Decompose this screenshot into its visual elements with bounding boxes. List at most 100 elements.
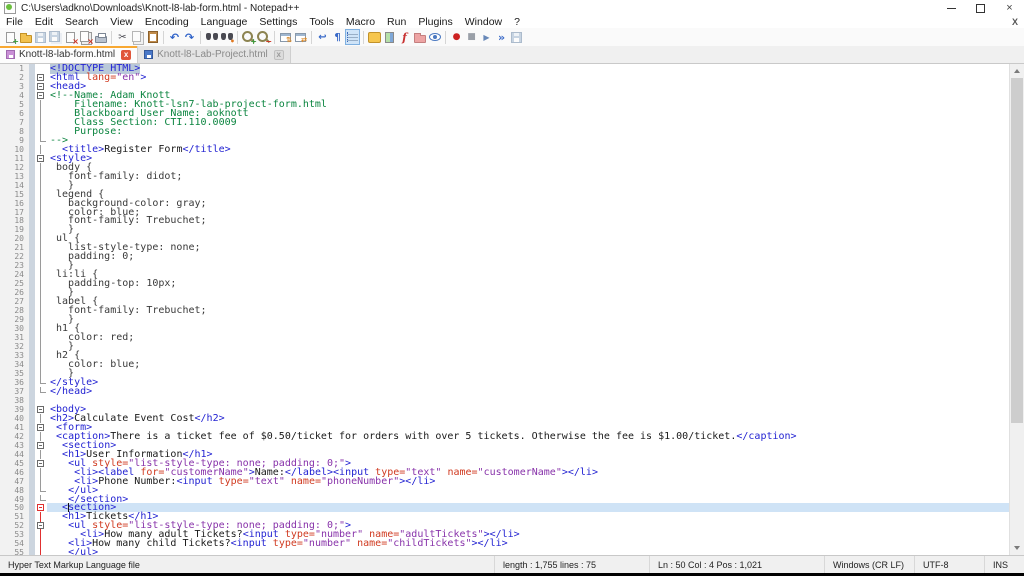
code-line[interactable]: 10 <title>Register Form</title> xyxy=(0,144,1009,154)
fold-margin[interactable] xyxy=(35,72,47,82)
fold-margin[interactable] xyxy=(35,108,47,118)
fold-margin[interactable] xyxy=(35,377,47,387)
folder-as-workspace-icon[interactable] xyxy=(413,30,426,44)
code-text[interactable]: <title>Register Form</title> xyxy=(47,144,1009,154)
menu-window[interactable]: Window xyxy=(459,16,508,28)
minimize-button[interactable] xyxy=(937,0,966,16)
fold-margin[interactable] xyxy=(35,440,47,450)
fold-margin[interactable] xyxy=(35,530,47,540)
cut-icon[interactable]: ✂ xyxy=(116,30,129,44)
fold-margin[interactable] xyxy=(35,333,47,343)
code-text[interactable]: h1 { xyxy=(47,324,1009,334)
define-language-icon[interactable] xyxy=(368,30,381,44)
code-line[interactable]: 30 h1 { xyxy=(0,324,1009,334)
fold-margin[interactable] xyxy=(35,422,47,432)
fold-margin[interactable] xyxy=(35,99,47,109)
menu-file[interactable]: File xyxy=(0,16,29,28)
code-line[interactable]: 47 <li>Phone Number:<input type="text" n… xyxy=(0,476,1009,486)
menu-edit[interactable]: Edit xyxy=(29,16,59,28)
code-text[interactable]: </ul> xyxy=(47,485,1009,495)
scroll-up-icon[interactable] xyxy=(1010,64,1024,78)
code-text[interactable]: Purpose: xyxy=(47,126,1009,136)
fold-margin[interactable] xyxy=(35,144,47,154)
fold-margin[interactable] xyxy=(35,198,47,208)
open-file-icon[interactable] xyxy=(19,30,32,44)
code-text[interactable]: li:li { xyxy=(47,270,1009,280)
tab-close-icon[interactable]: x xyxy=(121,49,132,60)
tab-close-icon[interactable]: x xyxy=(273,49,284,60)
playback-macro-icon[interactable]: ▶ xyxy=(480,30,493,44)
code-text[interactable]: list-style-type: none; xyxy=(47,243,1009,253)
code-text[interactable]: <head> xyxy=(47,81,1009,91)
fold-margin[interactable] xyxy=(35,64,47,73)
fold-margin[interactable] xyxy=(35,539,47,549)
print-icon[interactable] xyxy=(94,30,107,44)
code-text[interactable]: padding-top: 10px; xyxy=(47,279,1009,289)
record-macro-icon[interactable]: ● xyxy=(450,30,463,44)
fold-margin[interactable] xyxy=(35,548,47,555)
menu-settings[interactable]: Settings xyxy=(253,16,303,28)
code-line[interactable]: 55 </ul> xyxy=(0,548,1009,555)
code-text[interactable]: } xyxy=(47,288,1009,298)
menu-search[interactable]: Search xyxy=(59,16,104,28)
code-text[interactable]: </head> xyxy=(47,386,1009,396)
fold-margin[interactable] xyxy=(35,521,47,531)
code-line[interactable]: 40 <h2>Calculate Event Cost</h2> xyxy=(0,413,1009,423)
copy-icon[interactable] xyxy=(131,30,144,44)
scroll-down-icon[interactable] xyxy=(1010,541,1024,555)
fold-margin[interactable] xyxy=(35,315,47,325)
code-line[interactable]: 33 h2 { xyxy=(0,351,1009,361)
restore-button[interactable] xyxy=(966,0,995,16)
fold-margin[interactable] xyxy=(35,404,47,414)
fold-margin[interactable] xyxy=(35,261,47,271)
fold-margin[interactable] xyxy=(35,126,47,136)
code-text[interactable]: <html lang="en"> xyxy=(47,72,1009,82)
code-line[interactable]: 35 } xyxy=(0,368,1009,378)
code-area[interactable]: 1 <!DOCTYPE HTML> 2 <html lang="en"> 3 <head>… xyxy=(0,64,1009,555)
fold-margin[interactable] xyxy=(35,243,47,253)
fold-margin[interactable] xyxy=(35,279,47,289)
fold-margin[interactable] xyxy=(35,413,47,423)
code-text[interactable]: <h2>Calculate Event Cost</h2> xyxy=(47,413,1009,423)
menu-plugins[interactable]: Plugins xyxy=(412,16,458,28)
fold-margin[interactable] xyxy=(35,386,47,396)
menu-tools[interactable]: Tools xyxy=(303,16,340,28)
code-line[interactable]: 37 </head> xyxy=(0,386,1009,396)
code-line[interactable]: 34 color: blue; xyxy=(0,359,1009,369)
code-text[interactable]: <style> xyxy=(47,153,1009,163)
code-text[interactable]: color: blue; xyxy=(47,359,1009,369)
code-text[interactable] xyxy=(47,396,1009,405)
run-macro-multiple-icon[interactable]: » xyxy=(495,30,508,44)
fold-margin[interactable] xyxy=(35,368,47,378)
code-text[interactable]: <caption>There is a ticket fee of $0.50/… xyxy=(47,431,1009,441)
undo-icon[interactable]: ↶ xyxy=(168,30,181,44)
sync-horizontal-scroll-icon[interactable] xyxy=(294,30,307,44)
menu-language[interactable]: Language xyxy=(195,16,254,28)
save-file-icon[interactable] xyxy=(34,30,47,44)
fold-margin[interactable] xyxy=(35,512,47,522)
code-line[interactable]: 48 </ul> xyxy=(0,485,1009,495)
code-line[interactable]: 16 background-color: gray; xyxy=(0,198,1009,208)
zoom-in-icon[interactable]: + xyxy=(242,30,257,46)
save-macro-icon[interactable] xyxy=(510,30,523,44)
find-icon[interactable] xyxy=(205,30,218,44)
code-text[interactable]: font-family: Trebuchet; xyxy=(47,306,1009,316)
document-map-icon[interactable] xyxy=(383,30,396,44)
paste-icon[interactable] xyxy=(146,30,159,44)
monitoring-icon[interactable] xyxy=(428,30,441,44)
code-text[interactable]: padding: 0; xyxy=(47,252,1009,262)
show-all-characters-icon[interactable]: ¶ xyxy=(331,30,344,44)
code-line[interactable]: 2 <html lang="en"> xyxy=(0,72,1009,82)
code-line[interactable]: 22 padding: 0; xyxy=(0,252,1009,262)
code-line[interactable]: 11 <style> xyxy=(0,153,1009,163)
code-line[interactable]: 32 } xyxy=(0,342,1009,352)
code-text[interactable]: </style> xyxy=(47,377,1009,387)
fold-margin[interactable] xyxy=(35,153,47,163)
code-line[interactable]: 36 </style> xyxy=(0,377,1009,387)
fold-margin[interactable] xyxy=(35,225,47,235)
code-line[interactable]: 28 font-family: Trebuchet; xyxy=(0,306,1009,316)
fold-margin[interactable] xyxy=(35,324,47,334)
show-indent-guide-icon[interactable] xyxy=(345,29,360,45)
menu-macro[interactable]: Macro xyxy=(340,16,381,28)
code-text[interactable]: Class Section: CTI.110.0009 xyxy=(47,117,1009,127)
